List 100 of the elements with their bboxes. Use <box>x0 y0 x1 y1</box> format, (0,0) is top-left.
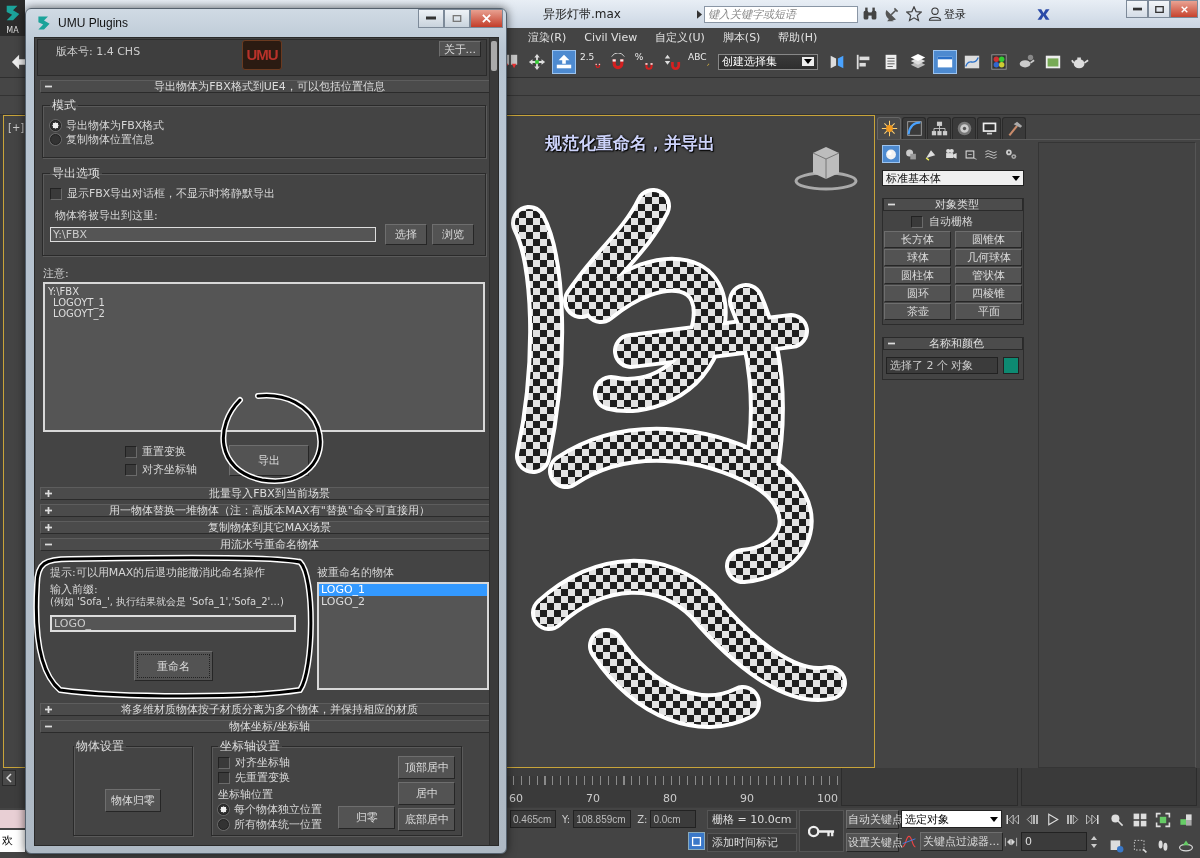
toolbar-button[interactable] <box>906 5 924 23</box>
box-icon <box>690 834 703 848</box>
object-type-button[interactable]: 圆柱体 <box>884 267 951 284</box>
checkbox[interactable] <box>125 445 137 458</box>
satellite-dish-icon <box>884 6 900 22</box>
path-button[interactable]: 选择 <box>385 224 427 245</box>
checkbox[interactable] <box>911 215 923 228</box>
toolbar-button[interactable] <box>933 49 957 74</box>
zero-pivot-button[interactable]: 归零 <box>338 806 395 829</box>
panel-tab[interactable] <box>902 117 926 139</box>
rollout-header[interactable]: 复制物体到其它MAX场景 <box>40 521 489 534</box>
list-item[interactable]: LOGO_2 <box>319 596 487 608</box>
panel-tab[interactable] <box>977 117 1001 139</box>
close-button[interactable] <box>470 9 503 28</box>
toolbar-button[interactable] <box>552 49 576 74</box>
object-name-field[interactable]: 选择了 2 个 对象 <box>886 357 998 374</box>
panel-tab[interactable] <box>877 117 901 139</box>
rollout-header[interactable]: 用流水号重命名物体 <box>40 538 489 551</box>
rollout-header[interactable]: 物体坐标/坐标轴 <box>40 720 489 733</box>
menu-item[interactable]: Civil View <box>578 30 644 44</box>
object-type-button[interactable]: 几何球体 <box>955 249 1022 266</box>
checkbox[interactable] <box>218 771 230 784</box>
x-logo-icon[interactable] <box>1036 6 1051 22</box>
rollout-header[interactable]: 导出物体为FBX格式到UE4，可以包括位置信息 <box>40 80 489 93</box>
add-time-tag-button[interactable]: 添加时间标记 <box>707 833 797 852</box>
caret-right-icon[interactable] <box>697 9 702 19</box>
spinner-icon[interactable] <box>1090 834 1098 849</box>
path-button[interactable]: 浏览 <box>432 224 474 245</box>
radio-button[interactable] <box>50 134 61 145</box>
panel-tab[interactable] <box>1002 117 1026 139</box>
object-type-button[interactable]: 茶壶 <box>884 303 951 320</box>
object-type-button[interactable]: 长方体 <box>884 231 951 248</box>
toolbar-button[interactable]: 2.5 <box>579 49 603 74</box>
export-path-field[interactable]: Y:\FBX <box>50 227 376 242</box>
panel-tab[interactable] <box>952 117 976 139</box>
object-type-button[interactable]: 四棱锥 <box>955 285 1022 302</box>
checkbox[interactable] <box>125 463 137 476</box>
object-type-button[interactable]: 圆锥体 <box>955 231 1022 248</box>
application-button[interactable]: MA <box>0 0 25 36</box>
pivot-button[interactable]: 居中 <box>398 782 455 805</box>
rollout-header[interactable]: 用一物体替换一堆物体（注：高版本MAX有"替换"命令可直接用） <box>40 504 489 517</box>
y-coordinate-field[interactable]: 108.859cm <box>573 810 632 828</box>
scrollbar-thumb[interactable] <box>491 41 497 71</box>
toolbar-button[interactable]: % <box>633 49 657 74</box>
object-type-button[interactable]: 球体 <box>884 249 951 266</box>
key-filters-button[interactable]: 关键点过滤器... <box>920 832 1003 851</box>
category-button[interactable] <box>882 145 900 163</box>
menu-item[interactable]: 帮助(H) <box>772 29 824 45</box>
minimize-button[interactable] <box>1126 0 1148 18</box>
reset-object-button[interactable]: 物体归零 <box>105 789 161 812</box>
checkbox[interactable] <box>218 756 230 769</box>
prefix-field[interactable]: LOGO_ <box>50 615 296 632</box>
x-coordinate-field[interactable]: 0.465cm <box>510 810 556 828</box>
rollout-header[interactable]: 将多维材质物体按子材质分离为多个物体，并保持相应的材质 <box>40 703 489 716</box>
radio-button[interactable] <box>218 804 229 815</box>
radio-label: 所有物体统一位置 <box>234 818 322 831</box>
key-mode-dropdown[interactable]: 选定对象 <box>901 810 1002 828</box>
key-button[interactable] <box>799 810 844 852</box>
menu-item[interactable]: 脚本(S) <box>716 29 767 45</box>
rollout-header[interactable]: 批量导入FBX到当前场景 <box>40 487 489 500</box>
about-button[interactable]: 关于... <box>438 41 481 57</box>
search-field[interactable]: 键入关键字或短语 <box>704 5 858 23</box>
view-cube-icon[interactable] <box>794 147 858 191</box>
rollout-header[interactable]: 对象类型 <box>883 198 1023 211</box>
angle-magnet-icon <box>609 52 627 71</box>
color-swatch-icon[interactable] <box>1003 357 1019 374</box>
menu-item[interactable]: 渲染(R) <box>522 29 573 45</box>
section-label: 坐标轴位置 <box>218 789 274 801</box>
object-type-button[interactable]: 圆环 <box>884 285 951 302</box>
group-title: 模式 <box>51 99 77 111</box>
pivot-button[interactable]: 底部居中 <box>398 808 455 831</box>
frame-field[interactable]: 0 <box>1021 832 1087 851</box>
field-label: 物体将被导出到这里: <box>55 209 159 222</box>
checkbox[interactable] <box>50 187 62 200</box>
viewport-label[interactable]: [+] <box>8 122 25 133</box>
radio-button[interactable] <box>218 819 229 830</box>
close-button[interactable] <box>1170 0 1198 18</box>
minimize-button[interactable] <box>418 9 444 28</box>
time-slider-button[interactable] <box>2 770 16 786</box>
checkered-3d-model-drawing[interactable] <box>511 188 847 729</box>
rename-button[interactable]: 重命名 <box>134 651 213 681</box>
selection-set-dropdown[interactable]: 创建选择集 <box>718 53 818 70</box>
maximize-button[interactable] <box>1148 0 1170 18</box>
script-listener-field[interactable] <box>0 810 25 828</box>
rollout-header[interactable]: 名称和颜色 <box>883 337 1023 350</box>
square-dot-icon <box>1109 837 1125 854</box>
sign-in-button[interactable]: 登录 <box>928 6 966 22</box>
pivot-button[interactable]: 顶部居中 <box>398 756 455 779</box>
object-type-button[interactable]: 平面 <box>955 303 1022 320</box>
radio-button[interactable] <box>50 120 61 131</box>
object-type-button[interactable]: 管状体 <box>955 267 1022 284</box>
log-line: Y:\FBX <box>48 286 80 297</box>
list-label: 被重命名的物体 <box>317 567 395 579</box>
menu-item[interactable]: 自定义(U) <box>649 29 711 45</box>
z-coordinate-field[interactable]: 0.0cm <box>650 810 697 828</box>
object-class-dropdown[interactable]: 标准基本体 <box>882 170 1024 186</box>
panel-tab[interactable] <box>927 117 951 139</box>
export-button[interactable]: 导出 <box>229 445 309 476</box>
toggle-button[interactable] <box>688 832 705 850</box>
toolbar-button[interactable]: ABC <box>687 49 711 74</box>
